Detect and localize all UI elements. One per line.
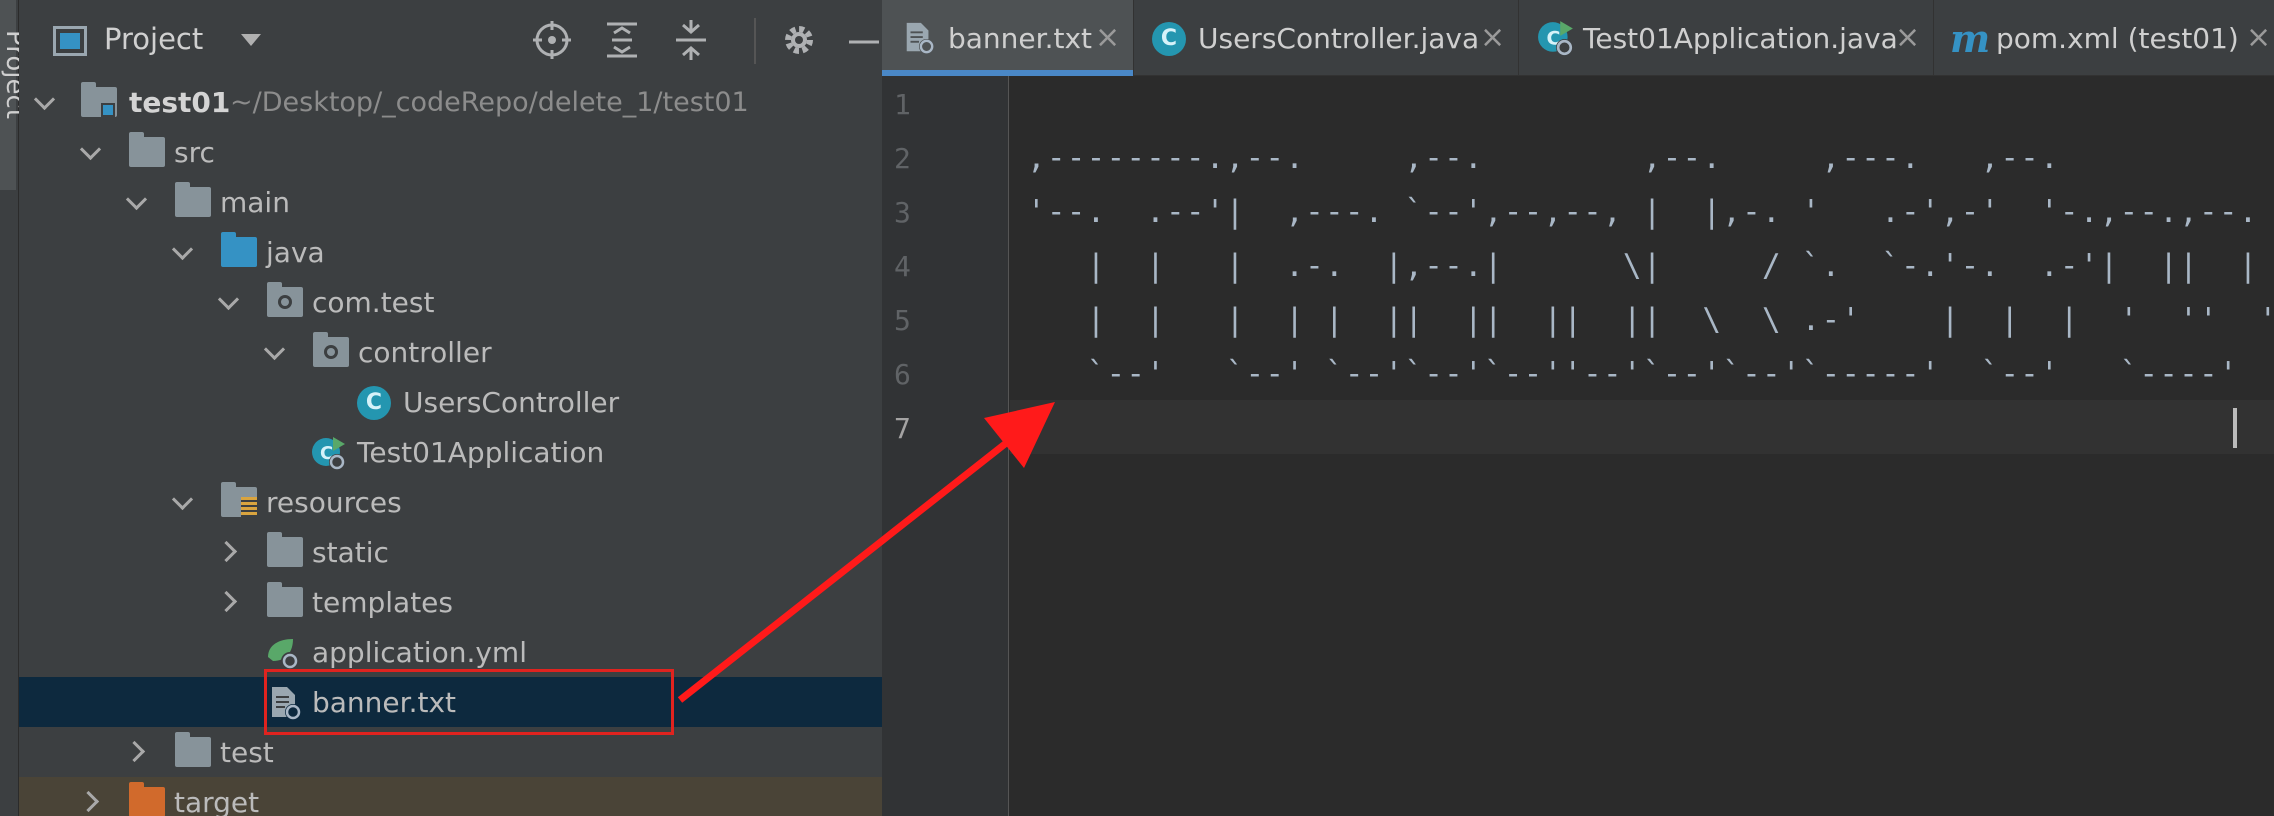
tree-item-test01-application[interactable]: C Test01Application: [19, 427, 882, 477]
tree-item-com-test[interactable]: com.test: [19, 277, 882, 327]
project-view-icon: [53, 26, 87, 56]
line-number: 1: [894, 88, 911, 121]
tree-label-test: test: [220, 736, 274, 769]
code-line[interactable]: '--. .--'| ,---. `--',--,--, | |,-. ' .-…: [1027, 194, 2259, 230]
line-number: 6: [894, 358, 911, 391]
tab-label: banner.txt: [948, 22, 1093, 55]
spring-boot-class-icon: C: [312, 437, 345, 470]
close-icon[interactable]: ×: [1095, 20, 1120, 55]
tree-label-root: test01: [129, 86, 231, 119]
line-number-current: 7: [894, 412, 911, 445]
resources-folder-icon: [221, 482, 257, 517]
tree-root-path: ~/Desktop/_codeRepo/delete_1/test01: [230, 87, 749, 118]
tree-item-java[interactable]: java: [19, 227, 882, 277]
tree-label-templates: templates: [312, 586, 453, 619]
folder-icon: [129, 132, 165, 167]
folder-icon: [267, 582, 303, 617]
code-line[interactable]: `--' `--' `--'`--'`--''--'`--'`--'`-----…: [1027, 356, 2239, 392]
collapse-all-icon[interactable]: [671, 20, 711, 60]
code-line[interactable]: | | | | | || || || || \ \ .-' | | | ' ''…: [1027, 302, 2274, 338]
tree-item-templates[interactable]: templates: [19, 577, 882, 627]
minimize-icon[interactable]: [845, 20, 882, 60]
spring-boot-class-icon: C: [1538, 21, 1573, 56]
excluded-folder-icon: [129, 782, 165, 816]
tree-label-resources: resources: [266, 486, 402, 519]
close-icon[interactable]: ×: [1480, 20, 1505, 55]
tree-label-users-controller: UsersController: [403, 386, 620, 419]
tab-label: Test01Application.java: [1583, 22, 1898, 55]
tree-label-target: target: [174, 786, 260, 816]
package-icon: [313, 332, 349, 367]
tree-item-main[interactable]: main: [19, 177, 882, 227]
spring-config-icon: [268, 639, 299, 670]
chevron-down-icon[interactable]: [83, 142, 99, 158]
current-line-highlight: [1010, 400, 2274, 454]
tree-item-users-controller[interactable]: C UsersController: [19, 377, 882, 427]
code-line[interactable]: ,--------.,--. ,--. ,--. ,---. ,--.: [1027, 140, 2060, 176]
java-class-icon: C: [1152, 22, 1186, 56]
package-icon: [267, 282, 303, 317]
tree-item-resources[interactable]: resources: [19, 477, 882, 527]
chevron-right-icon[interactable]: [81, 792, 97, 808]
gear-icon[interactable]: [779, 20, 819, 60]
tab-pom-xml[interactable]: m pom.xml (test01) ×: [1934, 0, 2274, 76]
editor-area: banner.txt × C UsersController.java × C …: [882, 0, 2274, 816]
source-folder-icon: [221, 232, 257, 267]
tree-item-test01[interactable]: test01 ~/Desktop/_codeRepo/delete_1/test…: [19, 77, 882, 127]
tree-label-static: static: [312, 536, 389, 569]
chevron-right-icon[interactable]: [127, 742, 143, 758]
tree-label-controller: controller: [358, 336, 492, 369]
folder-icon: [175, 732, 211, 767]
line-number: 3: [894, 196, 911, 229]
project-tool-window-tab[interactable]: Project: [0, 0, 30, 190]
line-number-gutter: 1 2 3 4 5 6 7: [882, 76, 1009, 816]
code-line[interactable]: | | | .-. |,--.| \| / `. `-.'-. .-'| || …: [1027, 248, 2259, 284]
chevron-down-icon[interactable]: [37, 92, 53, 108]
close-icon[interactable]: ×: [2246, 20, 2271, 55]
expand-all-icon[interactable]: [602, 20, 642, 60]
tab-label: pom.xml (test01): [1996, 22, 2239, 55]
maven-icon: m: [1950, 16, 1991, 61]
chevron-down-icon[interactable]: [267, 342, 283, 358]
tab-label: UsersController.java: [1198, 22, 1480, 55]
tool-window-strip: Project: [0, 0, 30, 816]
chevron-down-icon[interactable]: [175, 492, 191, 508]
tree-label-application-yml: application.yml: [312, 636, 527, 669]
project-panel-title[interactable]: Project: [104, 22, 203, 56]
tree-item-target[interactable]: target: [19, 777, 882, 816]
folder-icon: [267, 532, 303, 567]
tree-label-src: src: [174, 136, 215, 169]
module-folder-icon: [81, 82, 117, 117]
close-icon[interactable]: ×: [1895, 20, 1920, 55]
line-number: 4: [894, 250, 911, 283]
chevron-down-icon[interactable]: [241, 34, 261, 46]
chevron-right-icon[interactable]: [219, 592, 235, 608]
chevron-right-icon[interactable]: [219, 542, 235, 558]
project-panel: Project test01 ~/Desktop/_codeRepo/delet…: [19, 0, 882, 816]
folder-icon: [175, 182, 211, 217]
tab-banner-txt[interactable]: banner.txt ×: [882, 0, 1134, 76]
tab-test01-application[interactable]: C Test01Application.java ×: [1519, 0, 1934, 76]
toolbar-separator: [754, 18, 756, 64]
tab-users-controller[interactable]: C UsersController.java ×: [1134, 0, 1519, 76]
chevron-down-icon[interactable]: [129, 192, 145, 208]
project-panel-header: Project: [19, 0, 882, 84]
tree-label-main: main: [220, 186, 290, 219]
tree-item-src[interactable]: src: [19, 127, 882, 177]
java-class-icon: C: [357, 386, 391, 420]
tree-label-test01-application: Test01Application: [357, 436, 605, 469]
text-file-icon: [906, 22, 935, 55]
chevron-down-icon[interactable]: [175, 242, 191, 258]
crosshair-icon[interactable]: [532, 20, 572, 60]
tree-label-com-test: com.test: [312, 286, 435, 319]
tree-item-controller[interactable]: controller: [19, 327, 882, 377]
chevron-down-icon[interactable]: [221, 292, 237, 308]
line-number: 5: [894, 304, 911, 337]
line-number: 2: [894, 142, 911, 175]
tree-item-static[interactable]: static: [19, 527, 882, 577]
editor-tab-bar: banner.txt × C UsersController.java × C …: [882, 0, 2274, 76]
annotation-highlight-box: [264, 669, 674, 735]
text-caret: [2233, 408, 2237, 448]
tree-label-java: java: [266, 236, 325, 269]
